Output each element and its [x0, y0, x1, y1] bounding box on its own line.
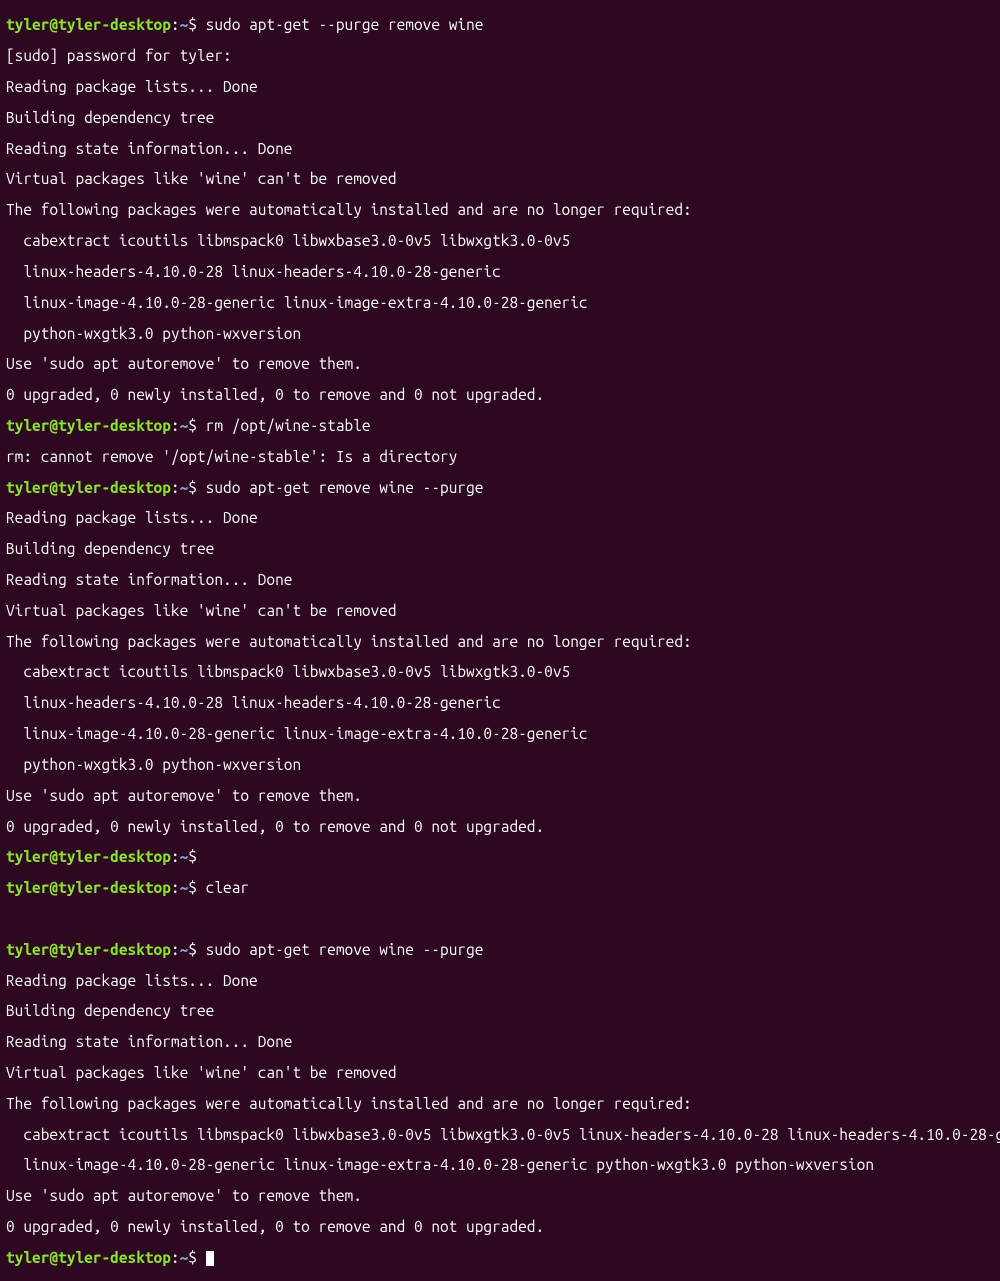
prompt-path: ~: [180, 941, 189, 958]
output-line: python-wxgtk3.0 python-wxversion: [6, 757, 994, 772]
output-line: Building dependency tree: [6, 110, 994, 125]
prompt-colon: :: [171, 479, 180, 496]
output-line: cabextract icoutils libmspack0 libwxbase…: [6, 664, 994, 679]
output-line: Use 'sudo apt autoremove' to remove them…: [6, 356, 994, 371]
command-text: clear: [197, 879, 249, 896]
output-line: linux-headers-4.10.0-28 linux-headers-4.…: [6, 264, 994, 279]
prompt-path: ~: [180, 16, 189, 33]
prompt-line: tyler@tyler-desktop:~$: [6, 849, 994, 864]
prompt-user: tyler@tyler-desktop: [6, 1249, 171, 1266]
output-line: 0 upgraded, 0 newly installed, 0 to remo…: [6, 819, 994, 834]
output-line: linux-image-4.10.0-28-generic linux-imag…: [6, 1157, 994, 1172]
output-line: Reading state information... Done: [6, 1034, 994, 1049]
prompt-line: tyler@tyler-desktop:~$ sudo apt-get --pu…: [6, 17, 994, 32]
output-line: The following packages were automaticall…: [6, 1096, 994, 1111]
prompt-user: tyler@tyler-desktop: [6, 417, 171, 434]
prompt-user: tyler@tyler-desktop: [6, 941, 171, 958]
output-line: Virtual packages like 'wine' can't be re…: [6, 171, 994, 186]
output-line: cabextract icoutils libmspack0 libwxbase…: [6, 1127, 994, 1142]
output-line: [sudo] password for tyler:: [6, 48, 994, 63]
prompt-user: tyler@tyler-desktop: [6, 879, 171, 896]
command-text: [197, 848, 206, 865]
command-text: sudo apt-get remove wine --purge: [197, 941, 483, 958]
prompt-dollar: $: [188, 848, 197, 865]
blank-line: [6, 911, 994, 926]
output-line: 0 upgraded, 0 newly installed, 0 to remo…: [6, 387, 994, 402]
output-line: Use 'sudo apt autoremove' to remove them…: [6, 788, 994, 803]
output-line: Building dependency tree: [6, 1003, 994, 1018]
output-line: rm: cannot remove '/opt/wine-stable': Is…: [6, 449, 994, 464]
output-line: linux-image-4.10.0-28-generic linux-imag…: [6, 726, 994, 741]
prompt-user: tyler@tyler-desktop: [6, 479, 171, 496]
output-line: Reading state information... Done: [6, 572, 994, 587]
command-text: sudo apt-get remove wine --purge: [197, 479, 483, 496]
prompt-colon: :: [171, 1249, 180, 1266]
prompt-dollar: $: [188, 941, 197, 958]
prompt-user: tyler@tyler-desktop: [6, 848, 171, 865]
command-text: sudo apt-get --purge remove wine: [197, 16, 483, 33]
terminal-window[interactable]: tyler@tyler-desktop:~$ sudo apt-get --pu…: [6, 2, 994, 1281]
output-line: cabextract icoutils libmspack0 libwxbase…: [6, 233, 994, 248]
prompt-dollar: $: [188, 479, 197, 496]
prompt-line: tyler@tyler-desktop:~$ sudo apt-get remo…: [6, 942, 994, 957]
prompt-colon: :: [171, 879, 180, 896]
prompt-line: tyler@tyler-desktop:~$ clear: [6, 880, 994, 895]
prompt-path: ~: [180, 479, 189, 496]
cursor[interactable]: [206, 1251, 214, 1266]
output-line: Reading state information... Done: [6, 141, 994, 156]
prompt-colon: :: [171, 848, 180, 865]
command-text: rm /opt/wine-stable: [197, 417, 371, 434]
prompt-user: tyler@tyler-desktop: [6, 16, 171, 33]
prompt-path: ~: [180, 417, 189, 434]
prompt-dollar: $: [188, 417, 197, 434]
output-line: 0 upgraded, 0 newly installed, 0 to remo…: [6, 1219, 994, 1234]
output-line: The following packages were automaticall…: [6, 634, 994, 649]
command-text: [197, 1249, 206, 1266]
prompt-colon: :: [171, 941, 180, 958]
output-line: Reading package lists... Done: [6, 973, 994, 988]
output-line: Virtual packages like 'wine' can't be re…: [6, 603, 994, 618]
output-line: python-wxgtk3.0 python-wxversion: [6, 326, 994, 341]
output-line: Reading package lists... Done: [6, 79, 994, 94]
output-line: Virtual packages like 'wine' can't be re…: [6, 1065, 994, 1080]
prompt-line: tyler@tyler-desktop:~$ rm /opt/wine-stab…: [6, 418, 994, 433]
prompt-dollar: $: [188, 16, 197, 33]
prompt-dollar: $: [188, 1249, 197, 1266]
prompt-path: ~: [180, 1249, 189, 1266]
prompt-path: ~: [180, 848, 189, 865]
prompt-colon: :: [171, 16, 180, 33]
prompt-path: ~: [180, 879, 189, 896]
prompt-line[interactable]: tyler@tyler-desktop:~$: [6, 1250, 994, 1266]
prompt-colon: :: [171, 417, 180, 434]
output-line: Reading package lists... Done: [6, 510, 994, 525]
prompt-dollar: $: [188, 879, 197, 896]
prompt-line: tyler@tyler-desktop:~$ sudo apt-get remo…: [6, 480, 994, 495]
output-line: Building dependency tree: [6, 541, 994, 556]
output-line: linux-image-4.10.0-28-generic linux-imag…: [6, 295, 994, 310]
output-line: The following packages were automaticall…: [6, 202, 994, 217]
output-line: Use 'sudo apt autoremove' to remove them…: [6, 1188, 994, 1203]
output-line: linux-headers-4.10.0-28 linux-headers-4.…: [6, 695, 994, 710]
